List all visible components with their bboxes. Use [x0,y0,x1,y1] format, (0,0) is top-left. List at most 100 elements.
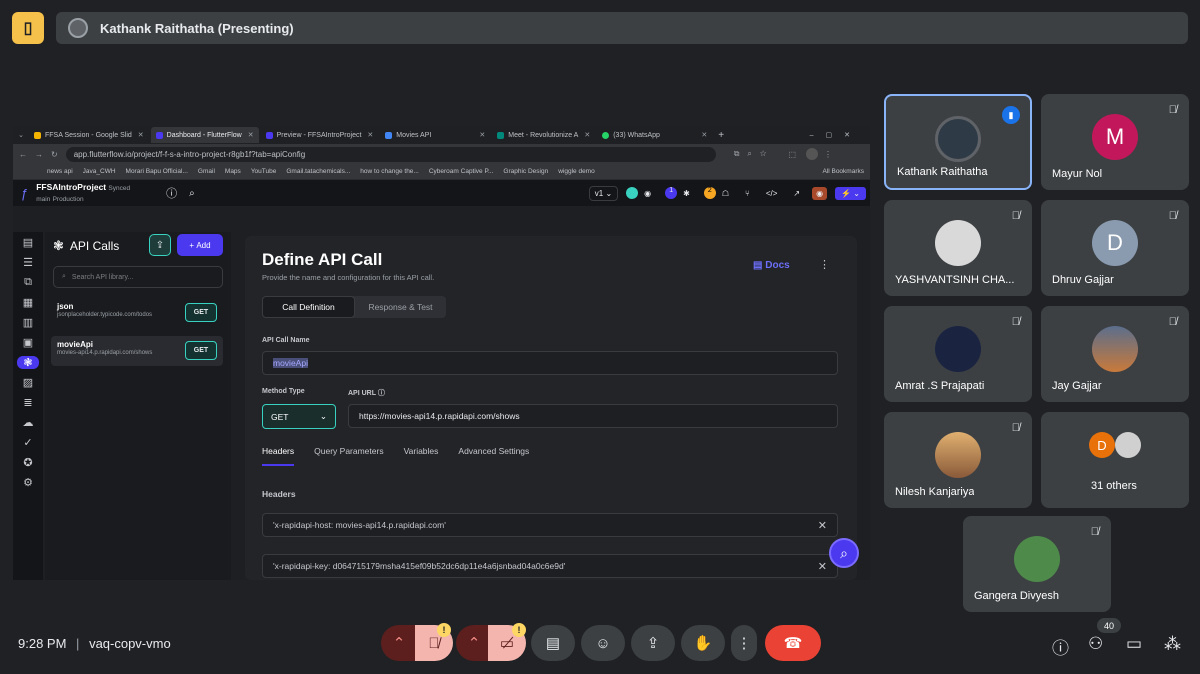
ai-search-button[interactable]: ⌕ [829,538,859,568]
participant-tile[interactable]: D 🎙̸ Dhruv Gajjar [1041,200,1189,296]
bookmark[interactable]: Morari Bapu Official... [126,168,188,175]
more-options-button[interactable]: ⋮ [731,625,757,661]
tests-icon[interactable]: ✓ [23,436,32,449]
robot-icon[interactable]: ☖ [722,189,729,198]
tab-advanced-settings[interactable]: Advanced Settings [458,446,529,466]
reactions-button[interactable]: ☺ [581,625,625,661]
all-bookmarks[interactable]: All Bookmarks [822,168,864,175]
meeting-tools-icon[interactable]: ▯ [12,12,44,44]
tab-headers[interactable]: Headers [262,446,295,466]
tab-preview[interactable]: Preview - FFSAIntroProject ✕ [261,127,379,143]
info-icon[interactable]: ⓘ [1052,634,1069,659]
issues-badge[interactable]: 1 [665,187,678,199]
url-field[interactable]: app.flutterflow.io/project/f-f-s-a-intro… [65,146,716,162]
api-name-input[interactable]: movieApi [262,351,838,375]
tab-search-icon[interactable]: ⌄ [13,131,29,139]
status-check-icon[interactable] [626,187,639,199]
close-icon[interactable]: ✕ [367,131,373,139]
info-icon[interactable]: ⓘ [378,390,385,397]
extensions-icon[interactable]: ⬚ [788,150,796,159]
tab-slides[interactable]: FFSA Session - Google Slid ✕ [29,127,149,143]
people-icon[interactable]: ⚇ [1088,634,1103,654]
participant-tile[interactable]: 🎙̸ Nilesh Kanjariya [884,412,1032,508]
tab-variables[interactable]: Variables [404,446,439,466]
tab-call-definition[interactable]: Call Definition [262,296,355,318]
menu-icon[interactable]: ⋮ [824,150,832,159]
participant-tile[interactable]: 🎙̸ Gangera Divyesh [963,516,1111,612]
preview-icon[interactable]: ◉ [812,186,828,200]
bug-icon[interactable]: ✱ [683,189,690,198]
extensions-icons[interactable]: ⧉⌕☆ [734,149,775,159]
bookmark[interactable]: how to change the... [360,168,419,175]
captions-button[interactable]: ▤ [531,625,575,661]
activities-icon[interactable]: ⁂ [1164,634,1181,654]
tab-response-test[interactable]: Response & Test [355,296,446,318]
version-select[interactable]: v1 ⌄ [588,185,619,201]
profile-avatar[interactable] [806,148,818,160]
new-tab-icon[interactable]: + [718,130,724,141]
bookmark[interactable]: Cyberoam Captive P... [429,168,494,175]
bookmark[interactable]: YouTube [251,168,277,175]
run-icon[interactable]: ⚡ ⌄ [835,186,866,200]
bookmark[interactable]: news api [47,168,73,175]
branch-icon[interactable]: ⑂ [745,189,750,198]
forward-icon[interactable]: → [35,150,43,159]
tab-query-parameters[interactable]: Query Parameters [314,446,383,466]
bookmark[interactable]: Gmail [198,168,215,175]
api-item-json[interactable]: json jsonplaceholder.typicode.com/todos G… [51,298,223,328]
close-icon[interactable]: ✕ [701,131,707,139]
media-icon[interactable]: ▨ [23,376,33,389]
project-info[interactable]: FFSAIntroProject Synced main Production [36,182,130,205]
upload-button[interactable]: ⇪ [149,234,171,256]
api-item-movieapi[interactable]: movieApi movies-api14.p.rapidapi.com/show… [51,336,223,366]
warnings-badge[interactable]: 2 [703,187,716,199]
tab-dashboard[interactable]: Dashboard - FlutterFlow ✕ [150,127,259,143]
method-dropdown[interactable]: GET ⌄ [262,404,336,429]
help-icon[interactable]: ⓘ [166,185,177,201]
header-row[interactable]: 'x-rapidapi-key: d064715179msha415ef09b5… [262,554,838,578]
agents-icon[interactable]: ✪ [23,456,32,469]
header-row[interactable]: 'x-rapidapi-host: movies-api14.p.rapidap… [262,513,838,537]
api-url-input[interactable]: https://movies-api14.p.rapidapi.com/show… [348,404,838,428]
close-icon[interactable]: ✕ [818,519,827,532]
connect-icon[interactable]: ▦ [23,296,33,309]
bookmark[interactable]: Gmail.tatachemicals... [286,168,350,175]
tab-meet[interactable]: Meet - Revolutionize A ✕ [492,127,595,143]
close-icon[interactable]: ✕ [479,131,485,139]
settings-icon[interactable]: ⚙ [23,476,33,489]
others-tile[interactable]: D 31 others [1041,412,1189,508]
firestore-icon[interactable]: ▥ [23,316,33,329]
bookmark[interactable]: Java_CWH [83,168,116,175]
pages-icon[interactable]: ▤ [23,236,33,249]
video-options-button[interactable]: ⌃ [456,625,492,661]
tab-movies-api[interactable]: Movies API ✕ [380,127,490,143]
theme-icon[interactable]: ≣ [23,396,32,409]
more-icon[interactable]: ⋮ [819,258,830,271]
bookmark[interactable]: Maps [225,168,241,175]
method-badge[interactable]: GET [185,341,217,360]
close-icon[interactable]: ✕ [584,131,590,139]
participant-tile[interactable]: 🎙̸ YASHVANTSINH CHA... [884,200,1032,296]
bookmark[interactable]: Graphic Design [503,168,548,175]
code-icon[interactable]: </> [766,189,778,198]
back-icon[interactable]: ← [19,150,27,159]
reload-icon[interactable]: ↻ [51,150,58,159]
participant-tile[interactable]: ▮ Kathank Raithatha [884,94,1032,190]
participant-tile[interactable]: M 🎙̸ Mayur Nol [1041,94,1189,190]
share-icon[interactable]: ↗ [793,189,800,198]
present-button[interactable]: ⇪ [631,625,675,661]
api-search-input[interactable]: ⌕ Search API library... [53,266,223,288]
widget-tree-icon[interactable]: ☰ [23,256,33,269]
chat-icon[interactable]: ◉ [644,189,651,198]
audio-options-button[interactable]: ⌃ [381,625,417,661]
docs-link[interactable]: ▤ Docs [753,260,790,271]
close-icon[interactable]: ✕ [138,131,144,139]
close-icon[interactable]: ✕ [248,131,254,139]
cloud-icon[interactable]: ☁ [23,416,34,429]
api-calls-icon[interactable]: ❃ [17,356,39,369]
search-icon[interactable]: ⌕ [189,188,195,199]
storyboard-icon[interactable]: ⧉ [24,276,32,289]
raise-hand-button[interactable]: ✋ [681,625,725,661]
chat-icon[interactable]: ▭ [1126,634,1142,654]
participant-tile[interactable]: 🎙̸ Jay Gajjar [1041,306,1189,402]
